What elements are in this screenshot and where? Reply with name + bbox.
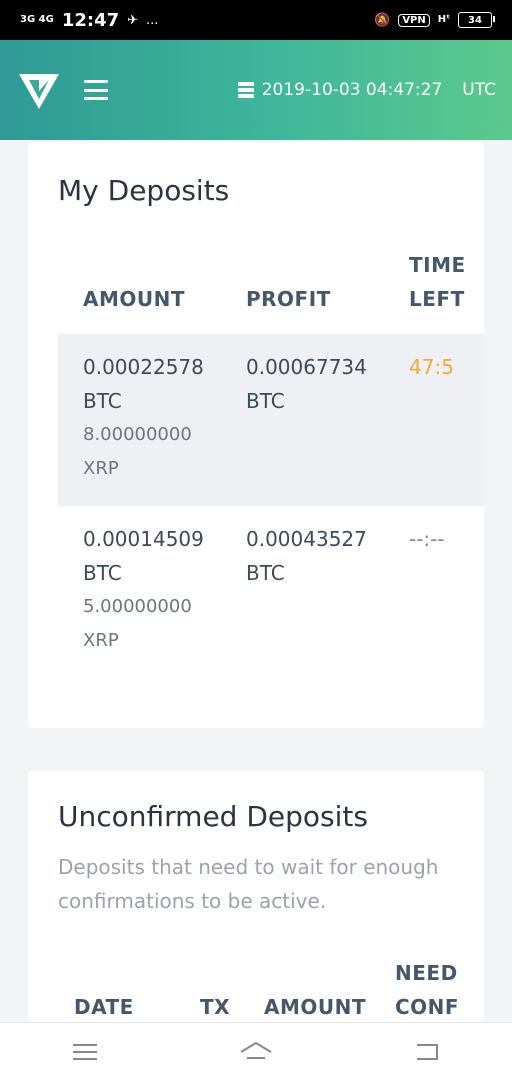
amount-btc: 0.00014509 bbox=[83, 527, 204, 551]
my-deposits-card: My Deposits AMOUNT PROFIT TIME LEFT 0.00… bbox=[28, 142, 484, 728]
time-left-value: --:-- bbox=[409, 527, 445, 551]
column-header-time-left: TIME LEFT bbox=[409, 248, 466, 316]
deposit-amount: 0.00014509 BTC 5.00000000 XRP bbox=[83, 522, 204, 658]
recent-apps-button[interactable] bbox=[55, 1032, 115, 1072]
timezone-label: UTC bbox=[462, 80, 496, 100]
column-header-profit: PROFIT bbox=[246, 287, 331, 311]
column-header-line: CONF bbox=[395, 995, 460, 1019]
card-subtitle: Deposits that need to wait for enough co… bbox=[58, 855, 439, 913]
mute-icon: 🔕 bbox=[374, 12, 391, 28]
vpn-badge: VPN bbox=[398, 13, 430, 27]
profit-unit: BTC bbox=[246, 389, 285, 413]
system-nav-bar bbox=[0, 1022, 512, 1081]
amount-unit: BTC bbox=[83, 561, 122, 585]
deposit-profit: 0.00043527 BTC bbox=[246, 522, 367, 590]
server-icon bbox=[237, 82, 254, 98]
unconfirmed-deposits-card: Unconfirmed Deposits Deposits that need … bbox=[28, 770, 484, 1030]
column-header-line: NEED bbox=[395, 961, 458, 985]
amount-btc: 0.00022578 bbox=[83, 355, 204, 379]
card-title: My Deposits bbox=[58, 174, 230, 207]
column-header-date: DATE bbox=[74, 995, 134, 1019]
network-indicator: 3G 4G bbox=[20, 14, 54, 25]
status-bar: 3G 4G 12:47 ✈ ... 🔕 VPN Hᵗ 34 bbox=[0, 0, 512, 40]
xrp-unit: XRP bbox=[83, 458, 119, 479]
column-header-amount: AMOUNT bbox=[264, 995, 367, 1019]
column-header-line: TIME bbox=[409, 253, 466, 277]
telegram-icon: ✈ bbox=[127, 12, 139, 28]
xrp-unit: XRP bbox=[83, 630, 119, 651]
home-icon bbox=[240, 1041, 272, 1059]
time-left-value: 47:5 bbox=[409, 355, 454, 379]
server-datetime: 2019-10-03 04:47:27 bbox=[261, 80, 443, 100]
logo-icon[interactable] bbox=[16, 67, 62, 113]
server-clock: 2019-10-03 04:47:27 UTC bbox=[237, 80, 496, 100]
app-header: 2019-10-03 04:47:27 UTC bbox=[0, 40, 512, 140]
back-button[interactable] bbox=[397, 1032, 457, 1072]
status-time: 12:47 bbox=[61, 9, 120, 31]
battery-level: 34 bbox=[468, 14, 482, 26]
menu-line bbox=[84, 80, 108, 83]
menu-button[interactable] bbox=[84, 80, 108, 100]
deposit-profit: 0.00067734 BTC bbox=[246, 350, 367, 418]
profit-value: 0.00043527 bbox=[246, 527, 367, 551]
amount-xrp: 5.00000000 bbox=[83, 596, 192, 617]
deposit-amount: 0.00022578 BTC 8.00000000 XRP bbox=[83, 350, 204, 486]
menu-icon bbox=[73, 1044, 98, 1060]
column-header-amount: AMOUNT bbox=[83, 287, 186, 311]
signal-indicator: Hᵗ bbox=[437, 14, 450, 25]
profit-value: 0.00067734 bbox=[246, 355, 367, 379]
back-icon bbox=[416, 1044, 438, 1060]
amount-unit: BTC bbox=[83, 389, 122, 413]
home-button[interactable] bbox=[226, 1032, 286, 1072]
card-title: Unconfirmed Deposits bbox=[58, 800, 368, 833]
profit-unit: BTC bbox=[246, 561, 285, 585]
menu-line bbox=[84, 97, 108, 100]
column-header-need-conf: NEED CONF bbox=[395, 956, 459, 1024]
battery-icon: 34 bbox=[458, 12, 495, 28]
more-notifications: ... bbox=[146, 12, 159, 28]
column-header-tx: TX bbox=[200, 995, 231, 1019]
amount-xrp: 8.00000000 bbox=[83, 424, 192, 445]
menu-line bbox=[84, 88, 108, 92]
column-header-line: LEFT bbox=[409, 287, 465, 311]
